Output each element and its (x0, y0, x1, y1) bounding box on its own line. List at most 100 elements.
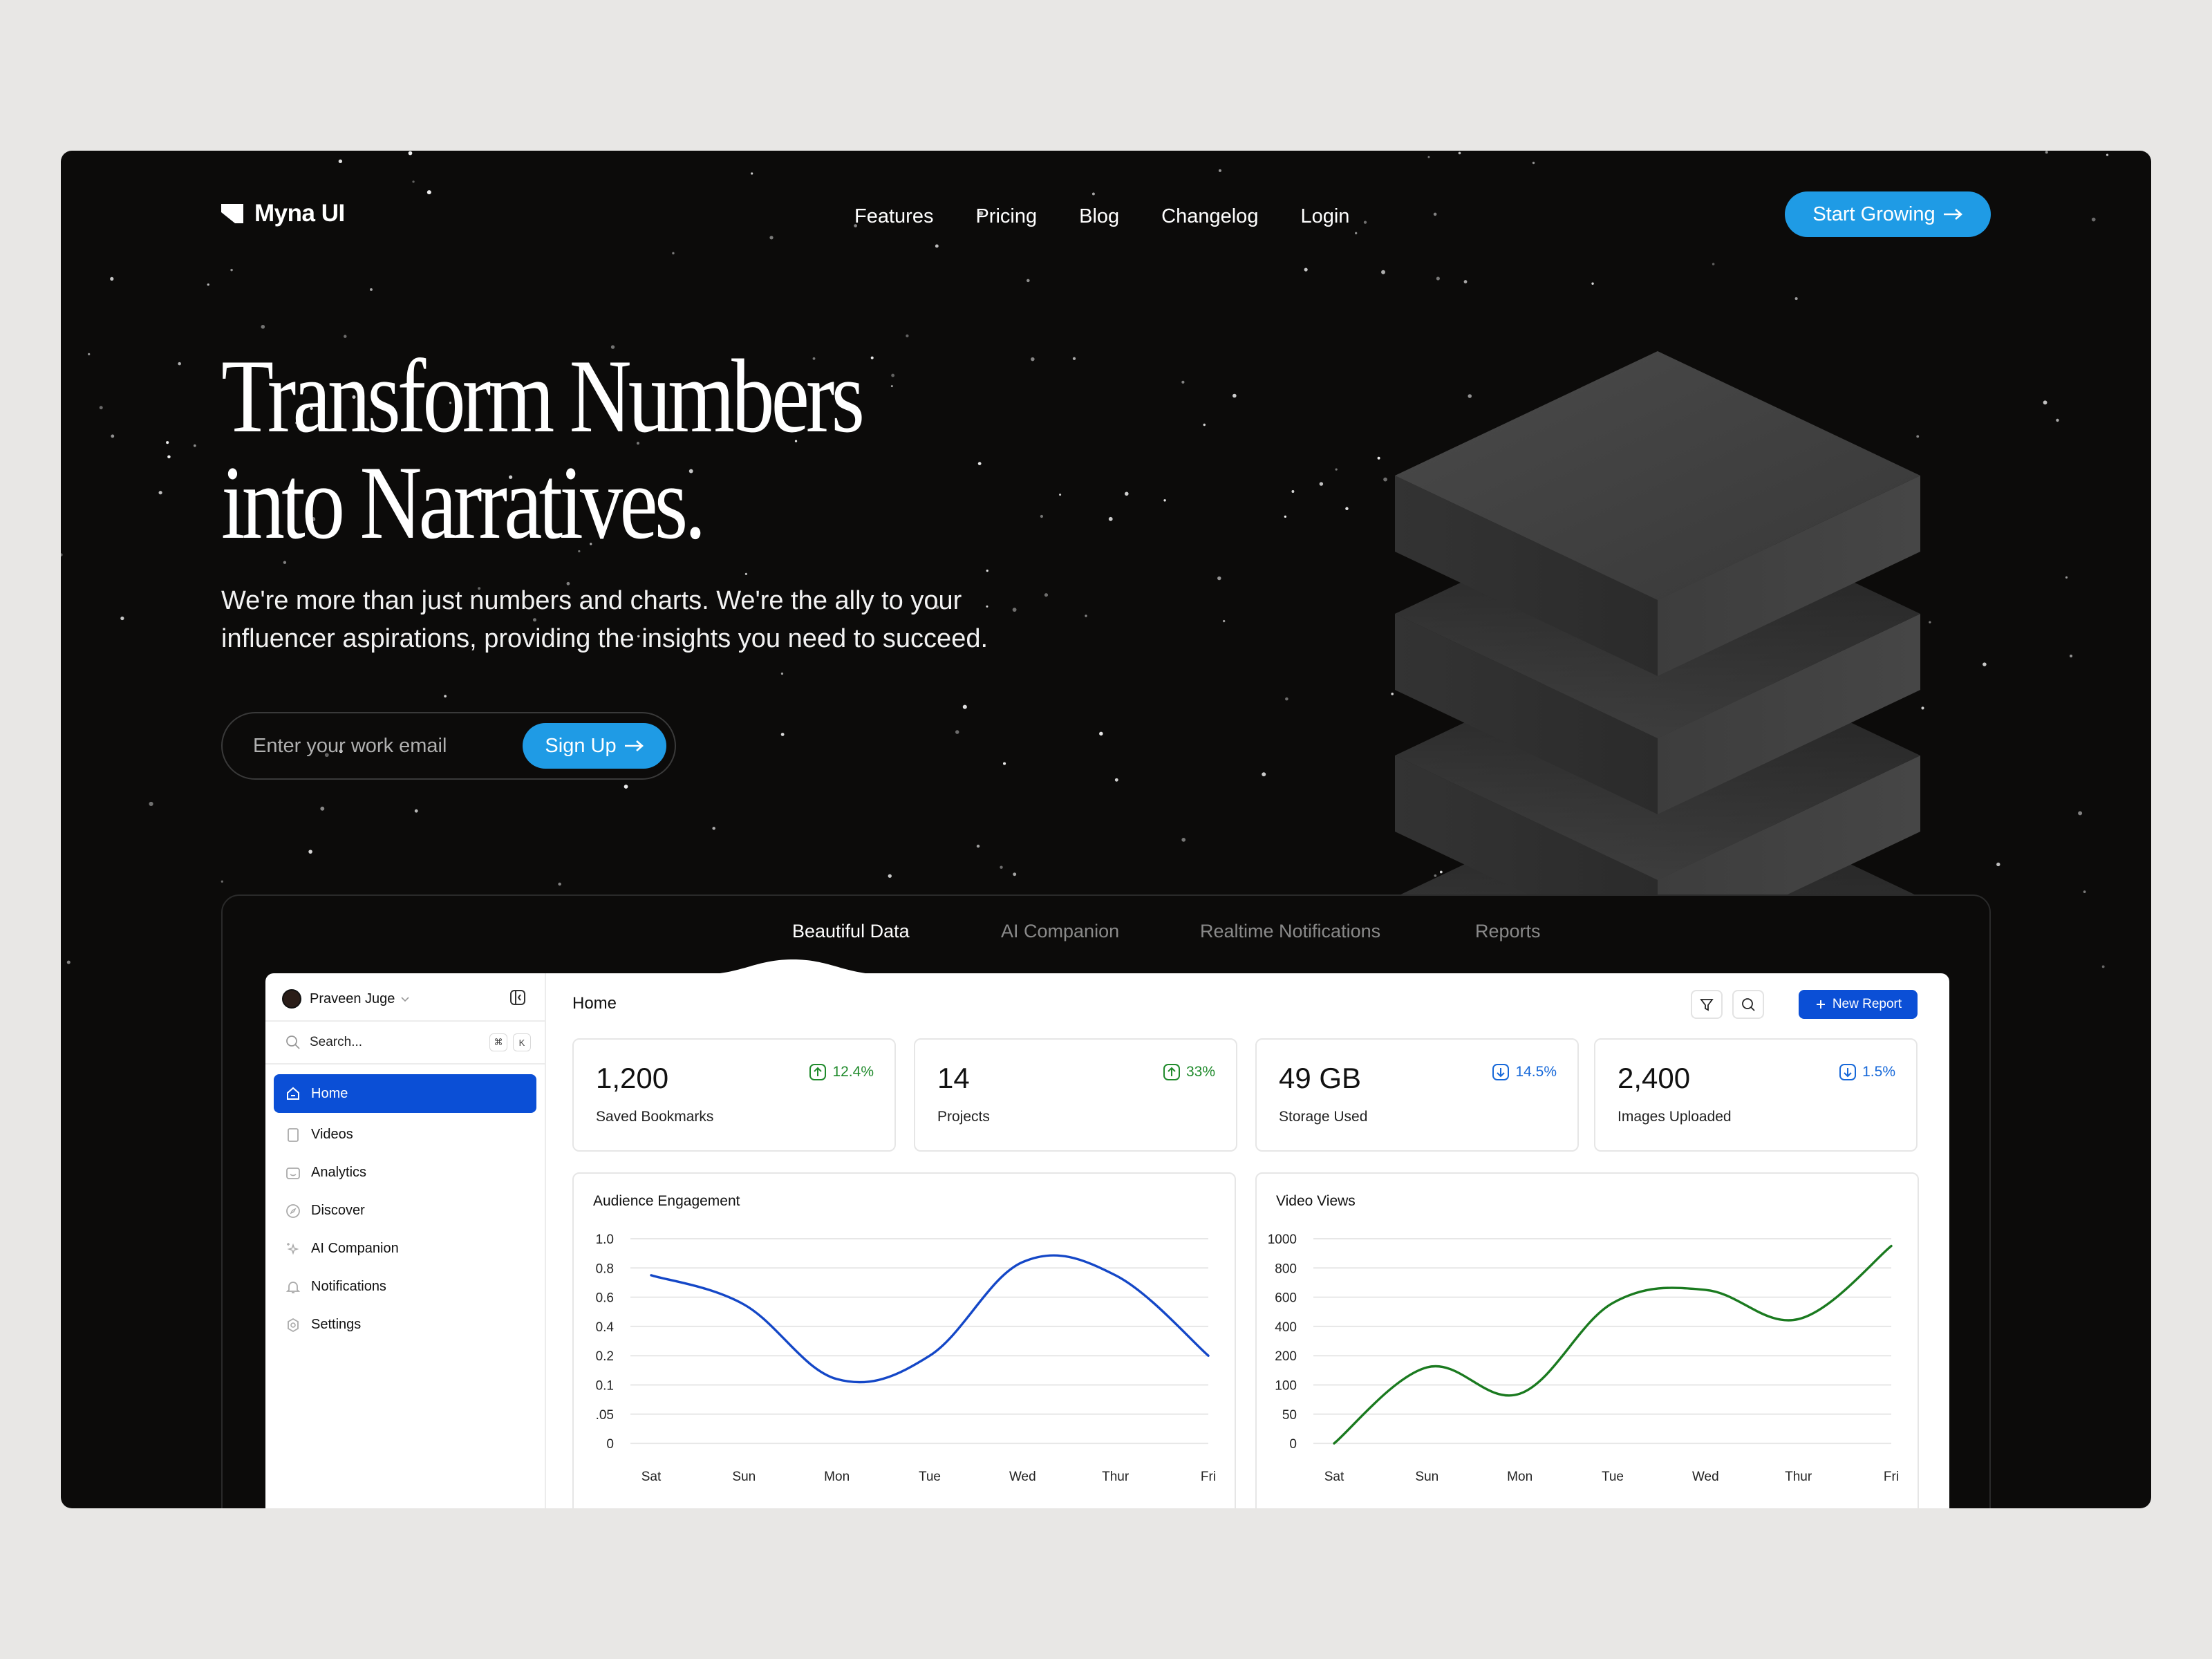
tab-realtime-notifications[interactable]: Realtime Notifications (1200, 921, 1380, 942)
brand-logo[interactable]: Myna UI (220, 196, 345, 231)
star (1217, 576, 1221, 581)
star (66, 960, 71, 964)
star (120, 616, 124, 621)
star (230, 268, 233, 272)
sidebar-item-label: Analytics (311, 1165, 367, 1180)
sidebar-search[interactable]: Search... ⌘ K (285, 1030, 531, 1055)
hero-headline: Transform Numbers into Narratives. (221, 343, 1015, 556)
star (111, 434, 115, 438)
y-tick-label: 1.0 (596, 1232, 614, 1247)
shortcut-key-cmd: ⌘ (489, 1033, 507, 1051)
star (751, 172, 753, 175)
star (962, 704, 967, 709)
stat-delta-value: 1.5% (1862, 1064, 1895, 1080)
nav-features[interactable]: Features (854, 199, 933, 234)
tab-reports[interactable]: Reports (1475, 921, 1541, 942)
star (1163, 499, 1166, 502)
star (2091, 217, 2096, 222)
myna-logo-icon (221, 204, 243, 223)
star (261, 324, 265, 329)
y-tick-label: 600 (1275, 1291, 1297, 1306)
email-signup-form: Sign Up (221, 712, 676, 780)
star (1181, 380, 1185, 384)
y-tick-label: 800 (1275, 1262, 1297, 1276)
stat-card-images-uploaded[interactable]: 2,400 Images Uploaded 1.5% (1594, 1038, 1918, 1152)
sidebar-item-videos[interactable]: Videos (274, 1116, 536, 1154)
star (408, 151, 413, 156)
tab-ai-companion[interactable]: AI Companion (1001, 921, 1119, 942)
sidebar-item-analytics[interactable]: Analytics (274, 1154, 536, 1192)
x-tick-label: Mon (1507, 1470, 1533, 1484)
nav-blog[interactable]: Blog (1079, 199, 1119, 234)
star (2070, 655, 2073, 658)
star (149, 801, 153, 806)
plus-icon (1816, 1000, 1825, 1009)
sidebar-item-home[interactable]: Home (274, 1074, 536, 1113)
user-switcher[interactable]: Praveen Juge (282, 987, 531, 1011)
product-showcase-panel: Beautiful Data AI Companion Realtime Not… (221, 894, 1991, 1508)
star (207, 283, 209, 286)
stat-label: Saved Bookmarks (596, 1109, 714, 1125)
star (166, 441, 169, 444)
home-icon (287, 1087, 299, 1100)
star (1222, 619, 1226, 623)
stat-label: Projects (937, 1109, 990, 1125)
star (769, 236, 774, 240)
x-tick-label: Fri (1201, 1470, 1216, 1484)
x-tick-label: Thur (1785, 1470, 1812, 1484)
sidebar-divider (265, 1063, 546, 1065)
star (935, 244, 939, 248)
stat-value: 14 (937, 1062, 970, 1094)
stat-delta-value: 12.4% (832, 1064, 874, 1080)
sidebar-item-ai-companion[interactable]: AI Companion (274, 1230, 536, 1268)
filter-button[interactable] (1691, 990, 1723, 1019)
star (744, 572, 748, 576)
sidebar-item-notifications[interactable]: Notifications (274, 1268, 536, 1306)
star (1291, 490, 1295, 493)
star (1591, 282, 1594, 285)
stat-card-projects[interactable]: 14 Projects 33% (914, 1038, 1237, 1152)
y-tick-label: 0.4 (596, 1320, 615, 1335)
video-views-plot: 1000 800 600 400 200 100 50 0 Sat Sun Mon Tue Wed Thu… (1268, 1232, 1899, 1484)
start-growing-button[interactable]: Start Growing (1785, 191, 1991, 237)
x-tick-label: Tue (919, 1470, 941, 1484)
sidebar-item-settings[interactable]: Settings (274, 1306, 536, 1344)
star (672, 252, 675, 255)
star (1436, 276, 1440, 281)
star (1712, 263, 1715, 265)
hero-subcopy-line-2: influencer aspirations, providing the in… (221, 624, 988, 653)
new-report-button[interactable]: New Report (1799, 990, 1918, 1019)
stat-value: 49 GB (1279, 1062, 1362, 1094)
star (1013, 872, 1017, 877)
y-tick-label: 0.1 (596, 1379, 614, 1394)
stat-card-saved-bookmarks[interactable]: 1,200 Saved Bookmarks 12.4% (572, 1038, 896, 1152)
sidebar-item-label: Settings (311, 1317, 362, 1332)
active-tab-indicator (700, 959, 886, 975)
nav-pricing[interactable]: Pricing (975, 199, 1037, 234)
sidebar-item-discover[interactable]: Discover (274, 1192, 536, 1230)
app-sidebar: Praveen Juge Search... ⌘ K Home Videos A… (265, 973, 546, 1508)
star (1532, 161, 1535, 165)
star (110, 276, 114, 281)
star (1383, 477, 1387, 482)
y-tick-label: 0.8 (596, 1262, 614, 1276)
filter-icon (1700, 999, 1714, 1011)
star (1125, 491, 1129, 496)
search-button[interactable] (1732, 990, 1764, 1019)
nav-login[interactable]: Login (1300, 199, 1349, 234)
y-tick-label: 0.2 (596, 1349, 614, 1364)
x-tick-label: Sun (1415, 1470, 1438, 1484)
brand-name: Myna UI (254, 200, 345, 227)
sidebar-item-label: Videos (311, 1127, 353, 1142)
star (888, 874, 892, 878)
nav-changelog[interactable]: Changelog (1161, 199, 1258, 234)
collapse-sidebar-icon[interactable] (509, 988, 527, 1006)
star (2101, 965, 2105, 968)
tab-beautiful-data[interactable]: Beautiful Data (792, 921, 910, 942)
sign-up-button[interactable]: Sign Up (523, 723, 666, 769)
stat-card-storage-used[interactable]: 49 GB Storage Used 14.5% (1255, 1038, 1579, 1152)
star (1794, 297, 1798, 301)
sidebar-item-label: Notifications (311, 1279, 386, 1294)
star (1304, 268, 1308, 272)
work-email-input[interactable] (253, 729, 516, 763)
